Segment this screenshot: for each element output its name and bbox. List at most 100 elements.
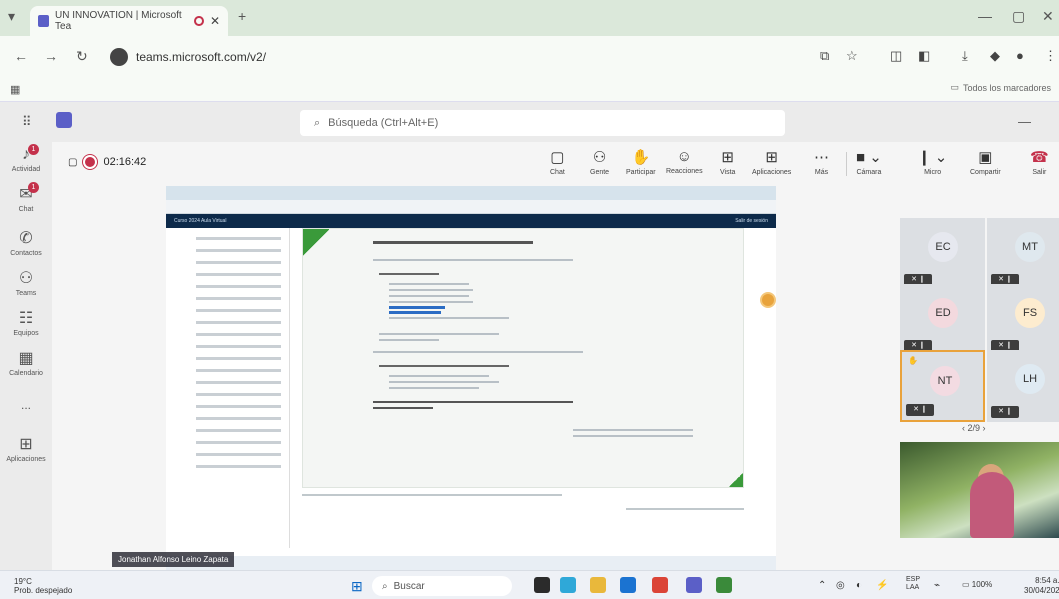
participant-pager[interactable]: ‹ 2/9 › (962, 423, 986, 433)
avatar: LH (1015, 364, 1045, 394)
close-tab-icon[interactable]: ✕ (210, 14, 220, 28)
rail-item-more[interactable]: ... (0, 398, 52, 412)
profile-icon[interactable]: ● (1016, 48, 1024, 63)
taskbar-search[interactable]: ⌕ Buscar (372, 576, 512, 596)
rail-item-teams[interactable]: ⚇ Teams (0, 268, 52, 297)
rail-label-more: ... (20, 398, 31, 412)
leave-label: Salir (1032, 169, 1047, 176)
mic-label: Micro (924, 169, 942, 176)
shared-header-right: Salir de sesión (735, 218, 768, 224)
weather-widget[interactable]: 19°C Prob. despejado (14, 577, 72, 595)
downloads-icon[interactable]: ⤓ (962, 48, 968, 64)
clock[interactable]: 8:54 a. 30/04/202 (1024, 576, 1059, 596)
star-icon[interactable]: ☆ (846, 48, 858, 64)
chrome-icon[interactable] (652, 577, 668, 593)
mic-button[interactable]: ❙ ⌄ Micro (918, 148, 947, 176)
forward-icon[interactable]: → (44, 48, 58, 64)
more-options-icon[interactable]: — (1018, 114, 1031, 129)
edge-icon[interactable] (560, 577, 576, 593)
apps-button[interactable]: ⊞ Aplicaciones (752, 148, 791, 176)
shared-document (302, 228, 744, 488)
more-button[interactable]: ⋯ Más (814, 148, 829, 176)
split-screen-icon[interactable]: ◫ (890, 48, 902, 64)
open-app-icon[interactable]: ⧉ (820, 48, 829, 64)
all-bookmarks[interactable]: ▭ Todos los marcadores (950, 82, 1051, 93)
language-indicator[interactable]: ESP LAA (906, 576, 920, 592)
browser-tab[interactable]: UN INNOVATION | Microsoft Tea ✕ (30, 6, 228, 36)
battery-indicator[interactable]: ▭ 100% (962, 580, 992, 589)
recording-indicator (85, 157, 96, 167)
avatar: MT (1015, 232, 1045, 262)
rail-item-activity[interactable]: ♪ 1 Actividad (0, 144, 52, 173)
teams-header: ⠿ ⌕ Búsqueda (Ctrl+Alt+E) — (0, 102, 1059, 142)
reload-icon[interactable]: ↻ (76, 48, 88, 65)
maximize-icon[interactable]: ▢ (1012, 8, 1025, 25)
waffle-icon[interactable]: ⠿ (22, 114, 32, 130)
apps-grid-icon[interactable]: ▦ (10, 83, 20, 96)
extensions-icon[interactable]: ◆ (990, 48, 1000, 64)
windows-taskbar: 19°C Prob. despejado ⊞ ⌕ Buscar ⌃ ◎ ◐ ⚡ … (0, 570, 1059, 599)
tab-menu-icon[interactable]: ▾ (8, 8, 15, 25)
tray-app-icon[interactable]: ⚡ (876, 580, 888, 591)
mic-icon: ❙ ⌄ (918, 149, 948, 166)
app-icon[interactable] (620, 577, 636, 593)
search-box[interactable]: ⌕ Búsqueda (Ctrl+Alt+E) (300, 110, 785, 136)
app-icon[interactable] (716, 577, 732, 593)
windows-start-icon[interactable]: ⊞ (351, 578, 363, 595)
teams-favicon (38, 15, 50, 27)
participant-tile[interactable]: LH ✕ ❙ (987, 350, 1059, 422)
rail-label-chat: Chat (18, 206, 34, 213)
tray-expand-icon[interactable]: ⌃ (818, 580, 826, 591)
taskbar-search-placeholder: Buscar (393, 580, 425, 592)
menu-icon[interactable]: ⋮ (1044, 48, 1057, 64)
reactions-label: Reacciones (666, 168, 703, 175)
share-button[interactable]: ▣ Compartir (970, 148, 1001, 176)
network-icon[interactable]: ⌁ (934, 580, 940, 591)
green-corner-bottom (729, 473, 743, 487)
recording-icon (194, 16, 204, 26)
share-icon: ▣ (978, 149, 993, 166)
site-info-icon[interactable] (110, 48, 128, 66)
participant-tile-active[interactable]: ✋ NT ✕ ❙ (900, 350, 985, 422)
reactions-button[interactable]: ☺ Reacciones (666, 148, 703, 175)
people-icon: ⚇ (18, 270, 34, 287)
shared-nav-tree (184, 228, 290, 548)
tray-app-icon[interactable]: ◐ (856, 580, 862, 591)
taskview-icon[interactable] (534, 577, 550, 593)
back-icon[interactable]: ← (14, 48, 28, 64)
url-field[interactable]: teams.microsoft.com/v2/ (104, 44, 804, 70)
raise-hand-label: Participar (626, 169, 656, 176)
prev-page-icon[interactable]: ‹ (962, 423, 965, 433)
toolbar-divider (846, 152, 847, 176)
participant-tile[interactable]: EC ✕ ❙ (900, 218, 985, 290)
next-page-icon[interactable]: › (983, 423, 986, 433)
rail-item-apps[interactable]: ⊞ Aplicaciones (0, 434, 52, 463)
teams-taskbar-icon[interactable] (686, 577, 702, 593)
leave-button[interactable]: ☎ Salir (1030, 148, 1049, 176)
shared-screen: Curso 2024 Aula Virtual Salir de sesión (166, 186, 776, 570)
tray-app-icon[interactable]: ◎ (836, 580, 845, 591)
rail-item-equipos[interactable]: ☷ Equipos (0, 308, 52, 337)
weather-temp: 19°C (14, 577, 32, 586)
rail-item-chat[interactable]: ✉ 1 Chat (0, 182, 52, 213)
collections-icon[interactable]: ◧ (918, 48, 930, 64)
view-button[interactable]: ⊞ Vista (720, 148, 735, 176)
camera-button[interactable]: ■ ⌄ Cámara (856, 148, 882, 176)
participant-tile[interactable]: ED ✕ ❙ (900, 284, 985, 356)
participant-tile[interactable]: FS ✕ ❙ (987, 284, 1059, 356)
new-tab-icon[interactable]: + (238, 8, 246, 24)
people-button[interactable]: ⚇ Gente (590, 148, 609, 176)
raise-hand-button[interactable]: ✋ Participar (626, 148, 656, 176)
explorer-icon[interactable] (590, 577, 606, 593)
rail-item-contacts[interactable]: ✆ Contactos (0, 228, 52, 257)
left-rail: ♪ 1 Actividad ✉ 1 Chat ✆ Contactos ⚇ Tea… (0, 142, 52, 570)
rail-label-equipos: Equipos (13, 330, 39, 337)
rail-item-calendar[interactable]: ▦ Calendario (0, 348, 52, 377)
participant-tile[interactable]: MT ✕ ❙ (987, 218, 1059, 290)
minimize-icon[interactable]: — (978, 8, 992, 24)
chat-label: Chat (550, 169, 565, 176)
close-window-icon[interactable]: ✕ (1042, 8, 1054, 25)
rail-label-apps: Aplicaciones (6, 456, 46, 463)
chat-button[interactable]: ▢ Chat (550, 148, 565, 176)
shared-browser-tabs (166, 186, 776, 200)
